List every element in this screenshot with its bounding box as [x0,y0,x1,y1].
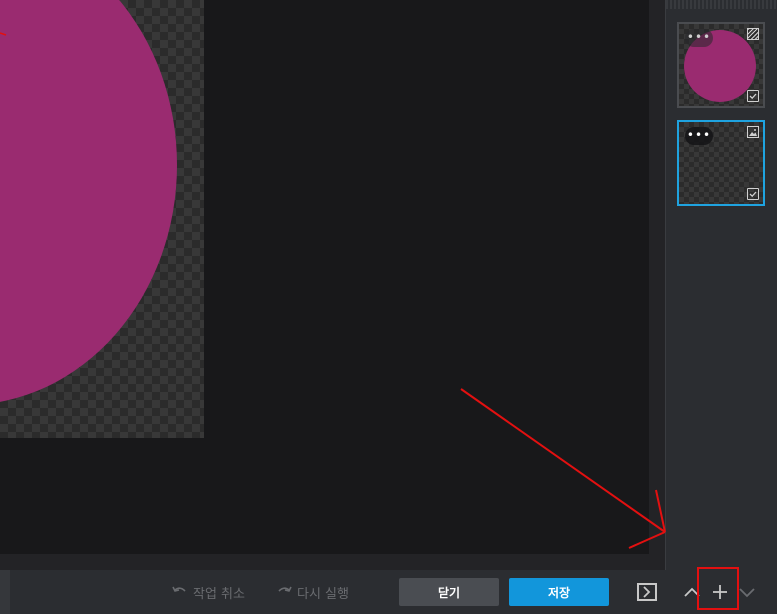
chevron-down-icon[interactable] [738,582,756,606]
undo-label: 작업 취소 [193,587,245,602]
checkbox-icon[interactable] [747,188,759,200]
chevron-up-icon[interactable] [683,582,701,606]
save-button-label: 저장 [547,585,571,600]
layer-more-button[interactable]: ••• [685,29,713,47]
layer-thumbnail-shape[interactable]: ••• [677,22,765,108]
magenta-circle-shape[interactable] [0,0,177,405]
image-icon [747,126,759,138]
close-button[interactable]: 닫기 [399,578,499,606]
panel-toggle-icon[interactable] [637,583,657,601]
panel-resize-strip[interactable] [666,0,777,9]
editor-canvas[interactable] [0,0,649,554]
layer-thumbnail-image[interactable]: ••• [677,120,765,206]
redo-arrow-icon [276,585,292,600]
redo-label: 다시 실행 [297,587,349,602]
canvas-horizontal-scrollbar[interactable] [0,554,665,570]
close-button-label: 닫기 [437,585,461,600]
plus-icon[interactable] [710,582,730,606]
hatch-icon [747,28,759,40]
canvas-vertical-scrollbar[interactable] [649,0,665,554]
save-button[interactable]: 저장 [509,578,609,606]
bottom-toolbar: 작업 취소 다시 실행 닫기 저장 [0,570,777,614]
undo-button[interactable]: 작업 취소 [172,583,245,602]
redo-button[interactable]: 다시 실행 [276,583,349,602]
layer-more-button[interactable]: ••• [685,127,713,145]
checkbox-icon[interactable] [747,90,759,102]
undo-arrow-icon [172,585,188,600]
toolbar-left-edge [0,570,10,614]
transparent-artboard[interactable] [0,0,204,438]
layers-panel: ••• ••• [665,0,777,570]
